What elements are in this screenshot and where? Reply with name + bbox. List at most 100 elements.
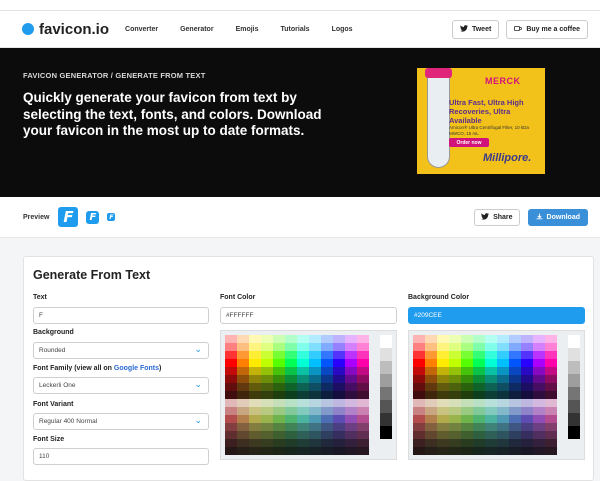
color-swatch[interactable]: [261, 431, 273, 439]
color-swatch[interactable]: [285, 343, 297, 351]
color-swatch[interactable]: [425, 399, 437, 407]
logo[interactable]: favicon.io: [22, 21, 109, 38]
color-swatch[interactable]: [509, 423, 521, 431]
color-swatch[interactable]: [497, 415, 509, 423]
color-swatch[interactable]: [261, 335, 273, 343]
color-swatch[interactable]: [273, 359, 285, 367]
color-swatch[interactable]: [285, 447, 297, 455]
color-swatch[interactable]: [509, 431, 521, 439]
color-swatch[interactable]: [413, 351, 425, 359]
color-swatch[interactable]: [273, 399, 285, 407]
color-swatch[interactable]: [473, 391, 485, 399]
color-swatch[interactable]: [345, 407, 357, 415]
color-swatch[interactable]: [533, 359, 545, 367]
color-swatch[interactable]: [425, 407, 437, 415]
color-swatch[interactable]: [237, 375, 249, 383]
color-swatch[interactable]: [345, 415, 357, 423]
color-swatch[interactable]: [345, 447, 357, 455]
gray-swatch[interactable]: [568, 335, 580, 348]
color-swatch[interactable]: [485, 343, 497, 351]
color-swatch[interactable]: [533, 367, 545, 375]
color-swatch[interactable]: [413, 447, 425, 455]
color-swatch[interactable]: [297, 383, 309, 391]
color-swatch[interactable]: [521, 439, 533, 447]
color-swatch[interactable]: [261, 423, 273, 431]
color-swatch[interactable]: [521, 359, 533, 367]
color-swatch[interactable]: [297, 367, 309, 375]
color-swatch[interactable]: [273, 383, 285, 391]
color-swatch[interactable]: [461, 383, 473, 391]
color-swatch[interactable]: [521, 423, 533, 431]
color-swatch[interactable]: [345, 367, 357, 375]
download-button[interactable]: Download: [527, 208, 588, 226]
color-swatch[interactable]: [273, 447, 285, 455]
color-swatch[interactable]: [309, 415, 321, 423]
color-swatch[interactable]: [333, 399, 345, 407]
color-swatch[interactable]: [321, 439, 333, 447]
color-swatch[interactable]: [321, 415, 333, 423]
color-swatch[interactable]: [273, 351, 285, 359]
color-swatch[interactable]: [261, 439, 273, 447]
color-swatch[interactable]: [297, 399, 309, 407]
color-swatch[interactable]: [225, 391, 237, 399]
color-swatch[interactable]: [461, 367, 473, 375]
color-swatch[interactable]: [497, 367, 509, 375]
color-swatch[interactable]: [545, 383, 557, 391]
gray-swatch[interactable]: [380, 413, 392, 426]
color-swatch[interactable]: [261, 367, 273, 375]
color-swatch[interactable]: [509, 343, 521, 351]
gray-swatch[interactable]: [380, 426, 392, 439]
color-swatch[interactable]: [545, 335, 557, 343]
color-swatch[interactable]: [285, 375, 297, 383]
color-swatch[interactable]: [309, 431, 321, 439]
color-swatch[interactable]: [345, 383, 357, 391]
color-swatch[interactable]: [345, 335, 357, 343]
background-color-swatch-grid[interactable]: [413, 335, 557, 455]
color-swatch[interactable]: [413, 431, 425, 439]
color-swatch[interactable]: [309, 439, 321, 447]
color-swatch[interactable]: [249, 351, 261, 359]
color-swatch[interactable]: [321, 359, 333, 367]
color-swatch[interactable]: [545, 367, 557, 375]
color-swatch[interactable]: [309, 399, 321, 407]
color-swatch[interactable]: [437, 447, 449, 455]
color-swatch[interactable]: [273, 375, 285, 383]
color-swatch[interactable]: [357, 351, 369, 359]
color-swatch[interactable]: [449, 407, 461, 415]
color-swatch[interactable]: [357, 399, 369, 407]
color-swatch[interactable]: [357, 415, 369, 423]
color-swatch[interactable]: [497, 383, 509, 391]
color-swatch[interactable]: [449, 383, 461, 391]
color-swatch[interactable]: [545, 431, 557, 439]
color-swatch[interactable]: [237, 431, 249, 439]
color-swatch[interactable]: [357, 383, 369, 391]
color-swatch[interactable]: [473, 343, 485, 351]
color-swatch[interactable]: [521, 335, 533, 343]
color-swatch[interactable]: [297, 335, 309, 343]
gray-swatch[interactable]: [568, 387, 580, 400]
color-swatch[interactable]: [461, 375, 473, 383]
gray-swatch[interactable]: [568, 361, 580, 374]
color-swatch[interactable]: [321, 343, 333, 351]
color-swatch[interactable]: [225, 415, 237, 423]
color-swatch[interactable]: [485, 367, 497, 375]
color-swatch[interactable]: [437, 431, 449, 439]
color-swatch[interactable]: [473, 383, 485, 391]
color-swatch[interactable]: [333, 431, 345, 439]
color-swatch[interactable]: [485, 407, 497, 415]
color-swatch[interactable]: [225, 423, 237, 431]
font-color-swatch-grid[interactable]: [225, 335, 369, 455]
color-swatch[interactable]: [521, 431, 533, 439]
color-swatch[interactable]: [261, 351, 273, 359]
color-swatch[interactable]: [449, 431, 461, 439]
font-size-input[interactable]: 110: [33, 448, 209, 465]
color-swatch[interactable]: [509, 351, 521, 359]
color-swatch[interactable]: [333, 367, 345, 375]
color-swatch[interactable]: [321, 447, 333, 455]
color-swatch[interactable]: [285, 407, 297, 415]
color-swatch[interactable]: [545, 351, 557, 359]
color-swatch[interactable]: [297, 423, 309, 431]
color-swatch[interactable]: [449, 367, 461, 375]
color-swatch[interactable]: [461, 399, 473, 407]
color-swatch[interactable]: [521, 399, 533, 407]
